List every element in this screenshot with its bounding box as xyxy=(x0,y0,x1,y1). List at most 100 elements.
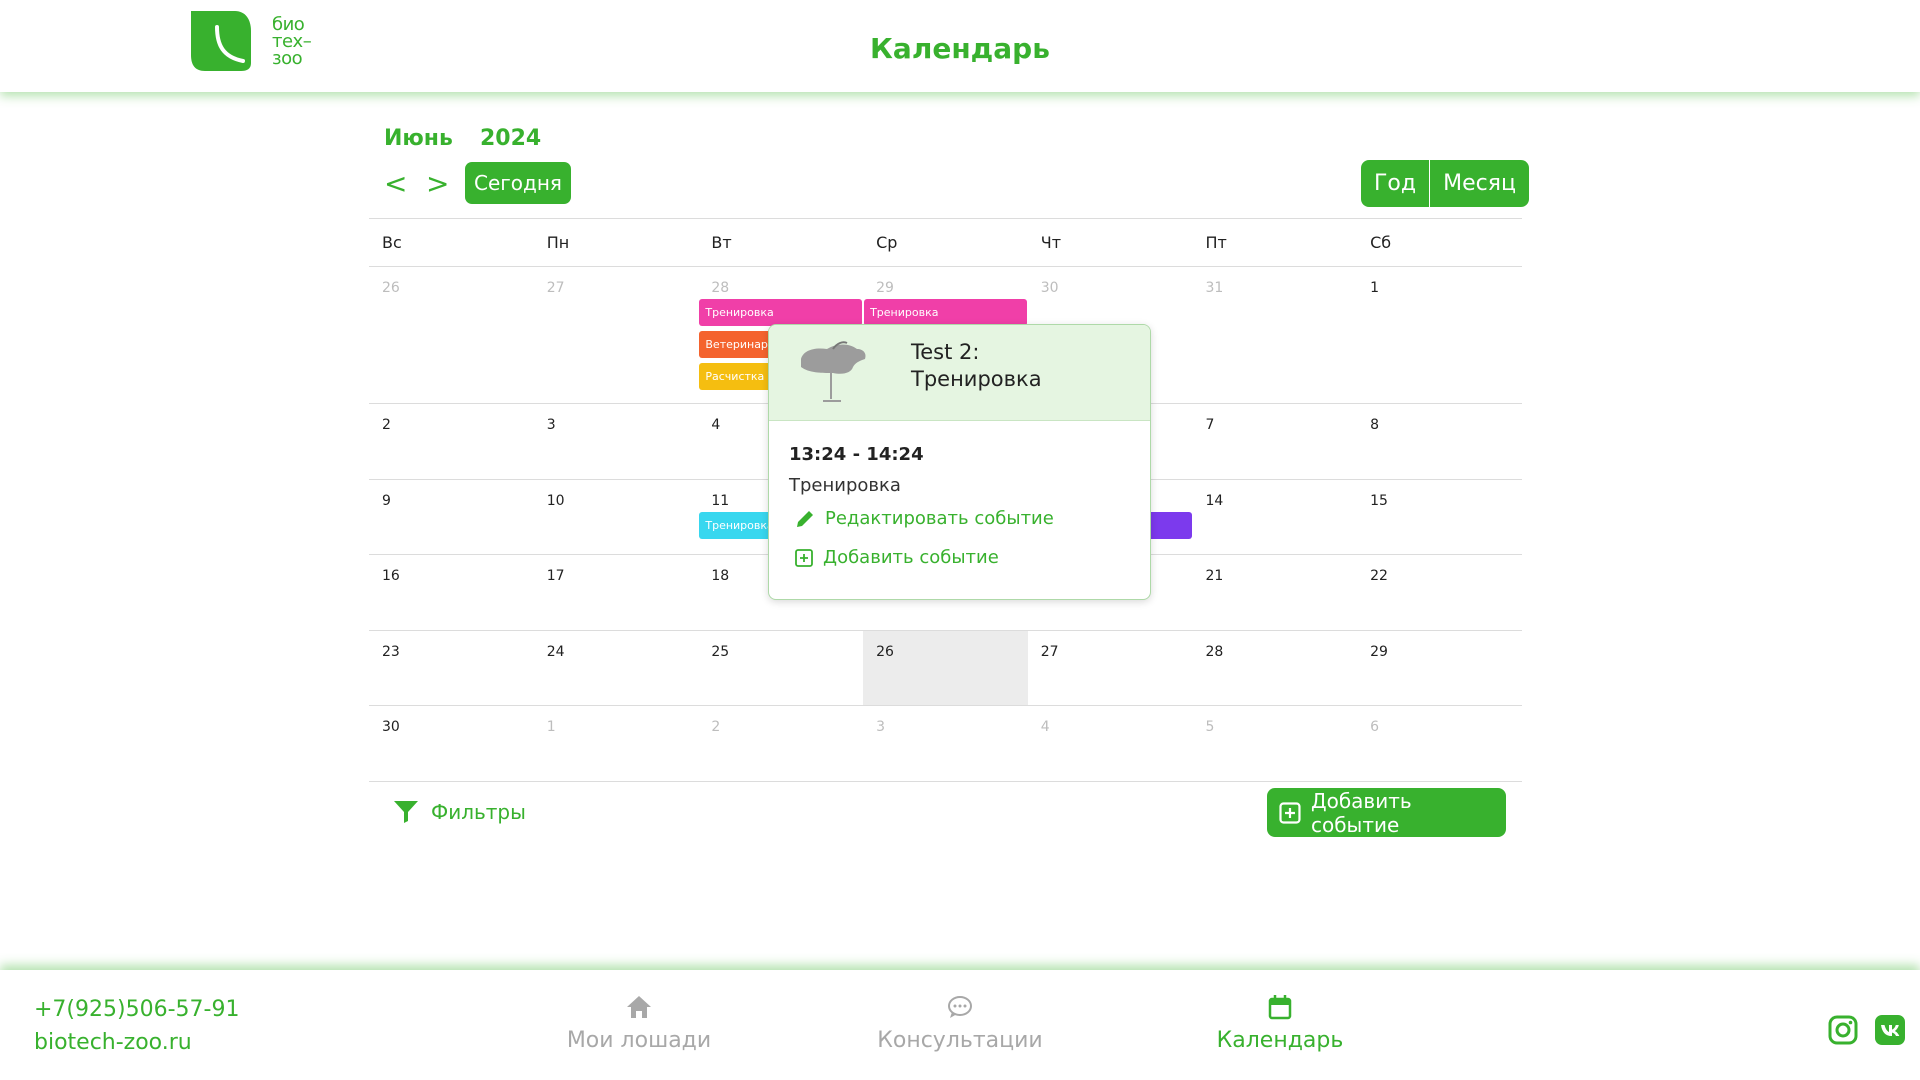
day-number: 1 xyxy=(546,719,556,735)
edit-event-link[interactable]: Редактировать событие xyxy=(795,508,1054,529)
day-number: 2 xyxy=(711,719,721,735)
week-row: 30 1 2 3 4 5 6 xyxy=(369,706,1522,782)
day-number: 29 xyxy=(876,280,894,296)
year-label: 2024 xyxy=(480,126,542,151)
today-button[interactable]: Сегодня xyxy=(465,162,571,204)
add-event-link[interactable]: Добавить событие xyxy=(795,547,999,568)
weekday-label: Пт xyxy=(1205,233,1227,252)
day-cell[interactable]: 7 xyxy=(1192,404,1357,479)
add-event-label: Добавить событие xyxy=(823,547,999,568)
day-number: 7 xyxy=(1205,417,1215,433)
day-cell[interactable]: 14 xyxy=(1192,480,1357,554)
day-number: 8 xyxy=(1370,417,1380,433)
day-cell[interactable]: 24 xyxy=(534,631,699,705)
day-cell[interactable]: 15 xyxy=(1357,480,1522,554)
nav-calendar-label: Календарь xyxy=(1216,1028,1344,1053)
day-cell[interactable]: 25 xyxy=(698,631,863,705)
day-cell[interactable]: 27 xyxy=(534,267,699,403)
popup-time: 13:24 - 14:24 xyxy=(789,444,924,465)
popup-title-line-2: Тренировка xyxy=(911,367,1042,391)
day-number: 30 xyxy=(1040,280,1059,296)
day-cell[interactable]: 6 xyxy=(1357,706,1522,781)
day-number: 17 xyxy=(546,568,565,584)
edit-event-label: Редактировать событие xyxy=(825,508,1054,529)
day-number: 22 xyxy=(1370,568,1388,584)
day-number: 1 xyxy=(1370,280,1380,296)
popup-title-line-1: Test 2: xyxy=(911,340,980,364)
day-cell[interactable]: 2 xyxy=(369,404,534,479)
day-number: 24 xyxy=(546,644,565,660)
day-cell[interactable]: 16 xyxy=(369,555,534,630)
popup-type: Тренировка xyxy=(789,475,901,496)
day-number: 31 xyxy=(1205,280,1224,296)
plus-square-icon xyxy=(1279,801,1301,824)
day-number: 4 xyxy=(711,417,721,433)
day-number: 29 xyxy=(1370,644,1388,660)
day-number: 2 xyxy=(382,417,391,433)
day-cell[interactable]: 31 xyxy=(1192,267,1357,403)
day-number: 9 xyxy=(382,493,391,509)
day-cell[interactable]: 23 xyxy=(369,631,534,705)
day-number: 11 xyxy=(711,493,730,509)
day-cell[interactable]: 21 xyxy=(1192,555,1357,630)
nav-my-horses[interactable]: Мои лошади xyxy=(539,992,739,1053)
day-cell[interactable]: 4 xyxy=(1028,706,1193,781)
day-number: 26 xyxy=(876,644,894,660)
day-number: 30 xyxy=(382,719,400,735)
event-chip[interactable]: Тренировка xyxy=(864,299,1028,326)
today-cell[interactable]: 26 xyxy=(863,631,1028,705)
instagram-icon[interactable] xyxy=(1828,1015,1858,1045)
vk-icon[interactable] xyxy=(1875,1015,1905,1045)
add-event-button[interactable]: Добавить событие xyxy=(1267,788,1506,837)
nav-my-horses-label: Мои лошади xyxy=(566,1028,712,1053)
chat-icon xyxy=(948,996,972,1018)
nav-calendar[interactable]: Календарь xyxy=(1180,992,1380,1053)
day-number: 27 xyxy=(1040,644,1059,660)
day-cell[interactable]: 22 xyxy=(1357,555,1522,630)
filters-button[interactable]: Фильтры xyxy=(394,800,526,824)
day-cell[interactable]: 26 xyxy=(369,267,534,403)
home-icon xyxy=(627,996,651,1018)
day-number: 6 xyxy=(1370,719,1380,735)
day-cell[interactable]: 9 xyxy=(369,480,534,554)
footer-phone[interactable]: +7(925)506-57-91 xyxy=(34,997,239,1022)
weekday-label: Вс xyxy=(382,233,402,252)
header: био тех– зоо Календарь xyxy=(0,0,1920,92)
next-month-button[interactable]: > xyxy=(426,167,449,200)
day-cell[interactable]: 3 xyxy=(534,404,699,479)
funnel-icon xyxy=(394,801,418,823)
view-month-button[interactable]: Месяц xyxy=(1429,160,1529,207)
view-year-button[interactable]: Год xyxy=(1361,160,1430,207)
day-cell[interactable]: 28 xyxy=(1192,631,1357,705)
prev-month-button[interactable]: < xyxy=(384,167,407,200)
day-cell[interactable]: 8 xyxy=(1357,404,1522,479)
day-cell[interactable]: 29 xyxy=(1357,631,1522,705)
day-cell[interactable]: 3 xyxy=(863,706,1028,781)
weekday-label: Пн xyxy=(546,233,570,252)
day-number: 14 xyxy=(1205,493,1224,509)
day-cell[interactable]: 2 xyxy=(698,706,863,781)
day-cell[interactable]: 17 xyxy=(534,555,699,630)
month-label: Июнь xyxy=(384,126,453,151)
weekday-label: Ср xyxy=(876,233,898,252)
day-number: 18 xyxy=(711,568,730,584)
day-cell[interactable]: 30 xyxy=(369,706,534,781)
day-number: 15 xyxy=(1370,493,1388,509)
nav-consultations[interactable]: Консультации xyxy=(860,992,1060,1053)
day-cell[interactable]: 1 xyxy=(534,706,699,781)
event-chip[interactable]: Тренировка xyxy=(699,299,863,326)
week-row: 23 24 25 26 27 28 29 xyxy=(369,631,1522,706)
pencil-icon xyxy=(797,510,813,527)
weekday-label: Вт xyxy=(711,233,732,252)
day-cell[interactable]: 10 xyxy=(534,480,699,554)
day-number: 25 xyxy=(711,644,730,660)
footer-site[interactable]: biotech-zoo.ru xyxy=(34,1030,192,1055)
filters-label: Фильтры xyxy=(431,800,526,824)
horse-image xyxy=(801,341,866,402)
day-cell[interactable]: 27 xyxy=(1028,631,1193,705)
nav-consultations-label: Консультации xyxy=(877,1028,1043,1053)
day-cell[interactable]: 1 xyxy=(1357,267,1522,403)
calendar-icon xyxy=(1268,995,1292,1020)
day-cell[interactable]: 5 xyxy=(1192,706,1357,781)
logo-line-1: био xyxy=(272,13,305,35)
